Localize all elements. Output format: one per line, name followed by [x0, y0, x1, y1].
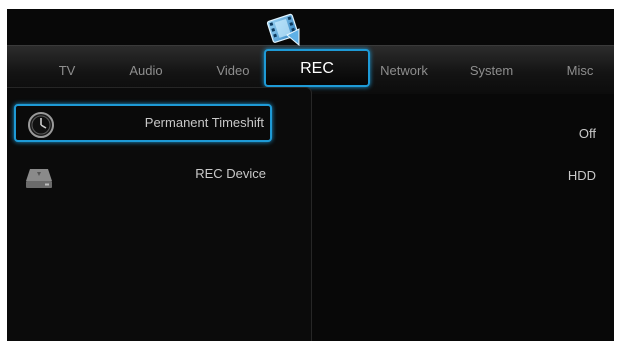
hard-drive-icon — [26, 169, 52, 188]
setting-value-permanent-timeshift: Off — [578, 126, 596, 141]
settings-list-panel: Permanent Timeshift REC Device — [7, 87, 312, 341]
tab-misc[interactable]: Misc — [560, 60, 600, 82]
setting-label: REC Device — [195, 166, 266, 181]
tab-system[interactable]: System — [464, 60, 519, 82]
tab-audio[interactable]: Audio — [121, 60, 171, 82]
setting-label: Permanent Timeshift — [144, 115, 264, 130]
setting-row-rec-device[interactable]: REC Device — [14, 157, 272, 195]
setting-row-permanent-timeshift[interactable]: Permanent Timeshift — [14, 104, 272, 142]
tab-video[interactable]: Video — [208, 60, 258, 82]
setting-value-rec-device: HDD — [567, 168, 596, 183]
film-camera-icon — [266, 13, 300, 47]
clock-icon — [28, 112, 54, 138]
settings-screen: TV Audio Video REC Network System Misc P… — [7, 9, 614, 341]
tab-tv[interactable]: TV — [47, 60, 87, 82]
tab-rec[interactable]: REC — [264, 49, 370, 87]
tab-network[interactable]: Network — [374, 60, 434, 82]
